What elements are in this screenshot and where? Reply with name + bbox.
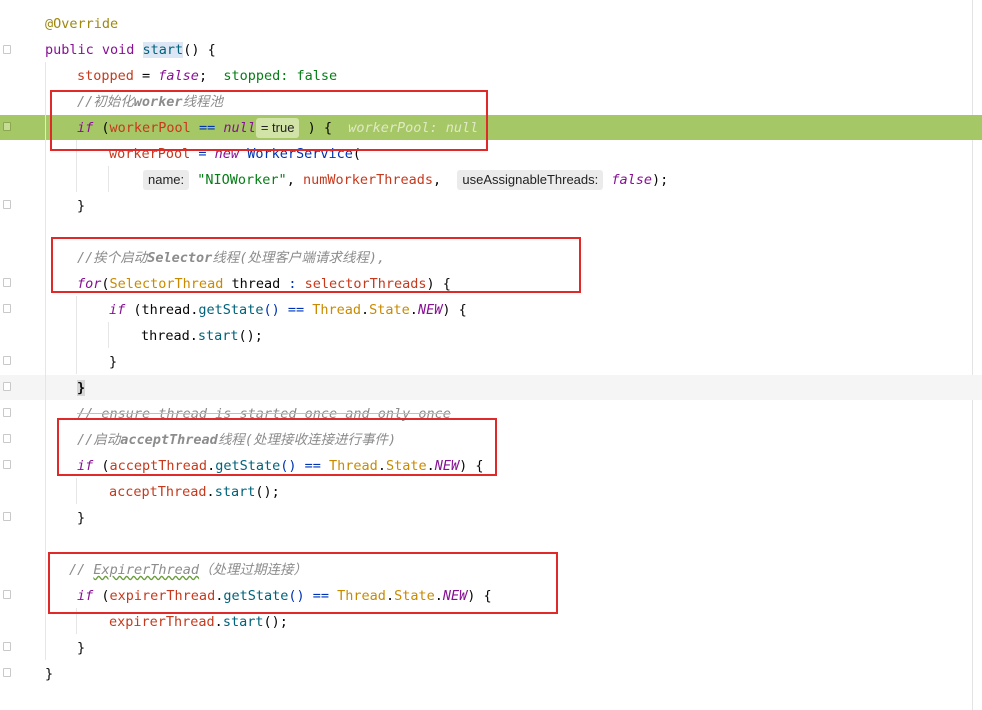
fold-marker-icon[interactable] (3, 278, 11, 287)
code-line[interactable]: if (thread.getState() == Thread.State.NE… (109, 297, 467, 323)
code-text: } (77, 198, 86, 214)
code-line[interactable]: } (45, 661, 53, 687)
code-text: } (45, 666, 54, 682)
code-text: . (361, 302, 370, 318)
code-text: . (214, 614, 223, 630)
code-text: ); (652, 172, 669, 188)
annotation: @Override (45, 16, 119, 32)
code-text: (); (255, 484, 280, 500)
code-line[interactable]: acceptThread.start(); (109, 479, 280, 505)
right-margin-guide (972, 0, 973, 710)
annotation-box (57, 418, 497, 476)
fold-marker-icon[interactable] (3, 512, 11, 521)
code-line[interactable]: } (109, 349, 117, 375)
method-name: start (214, 484, 256, 500)
code-text: , (286, 172, 303, 188)
annotation-box (51, 237, 581, 293)
code-text: = (133, 68, 159, 84)
method-name: getState (198, 302, 264, 318)
inline-debug-value: stopped: false (223, 68, 338, 84)
method-name: start (222, 614, 264, 630)
indent-guide (76, 296, 77, 374)
fold-marker-icon[interactable] (3, 356, 11, 365)
code-line[interactable]: @Override (45, 11, 118, 37)
code-text: ; (198, 68, 208, 84)
parameter-hint: name: (143, 170, 190, 190)
code-text: } (77, 510, 86, 526)
code-text: () { (183, 42, 216, 58)
code-text: } (77, 380, 86, 396)
code-text: } (109, 354, 118, 370)
code-line[interactable]: name: "NIOWorker", numWorkerThreads, use… (143, 167, 668, 193)
fold-marker-icon[interactable] (3, 304, 11, 313)
keyword: public void (45, 42, 143, 58)
indent-guide (76, 478, 77, 504)
code-line[interactable]: } (77, 635, 85, 661)
fold-marker-icon[interactable] (3, 460, 11, 469)
code-text: , (433, 172, 458, 188)
keyword: if (109, 302, 126, 318)
code-line[interactable]: public void start() { (45, 37, 216, 63)
code-text: (); (263, 614, 288, 630)
enum-constant: NEW (417, 302, 443, 318)
annotation-box (48, 552, 558, 614)
fold-marker-icon[interactable] (3, 382, 11, 391)
editor-gutter[interactable] (0, 0, 16, 710)
indent-guide (45, 62, 46, 660)
indent-guide (108, 166, 109, 192)
code-text: } (77, 640, 86, 656)
code-line[interactable]: stopped = false; stopped: false (77, 63, 337, 89)
method-name: start (142, 42, 184, 58)
fold-marker-icon[interactable] (3, 668, 11, 677)
annotation-box (50, 90, 488, 151)
literal: false (158, 68, 199, 84)
string-literal: "NIOWorker" (197, 172, 287, 188)
code-line[interactable]: } (77, 505, 85, 531)
literal: false (611, 172, 653, 188)
class-name: Thread (312, 302, 362, 318)
field: stopped (77, 68, 134, 84)
method-name: start (197, 328, 239, 344)
code-text: ) { (442, 302, 467, 318)
fold-marker-icon[interactable] (3, 408, 11, 417)
fold-marker-icon[interactable] (3, 122, 11, 131)
field: acceptThread (109, 484, 207, 500)
code-text: . (409, 302, 418, 318)
code-text: thread. (141, 328, 198, 344)
class-name: State (369, 302, 410, 318)
code-text: (thread. (125, 302, 199, 318)
fold-marker-icon[interactable] (3, 200, 11, 209)
field: numWorkerThreads (302, 172, 433, 188)
code-line[interactable]: } (77, 375, 86, 401)
operator: () == (263, 302, 313, 318)
code-line[interactable]: thread.start(); (141, 323, 263, 349)
caret-line-highlight (0, 375, 982, 400)
field: expirerThread (109, 614, 215, 630)
code-text: . (206, 484, 215, 500)
parameter-hint: useAssignableThreads: (457, 170, 604, 190)
fold-marker-icon[interactable] (3, 434, 11, 443)
fold-marker-icon[interactable] (3, 590, 11, 599)
code-text: (); (238, 328, 263, 344)
fold-marker-icon[interactable] (3, 642, 11, 651)
code-line[interactable]: } (77, 193, 85, 219)
fold-marker-icon[interactable] (3, 45, 11, 54)
indent-guide (108, 322, 109, 348)
